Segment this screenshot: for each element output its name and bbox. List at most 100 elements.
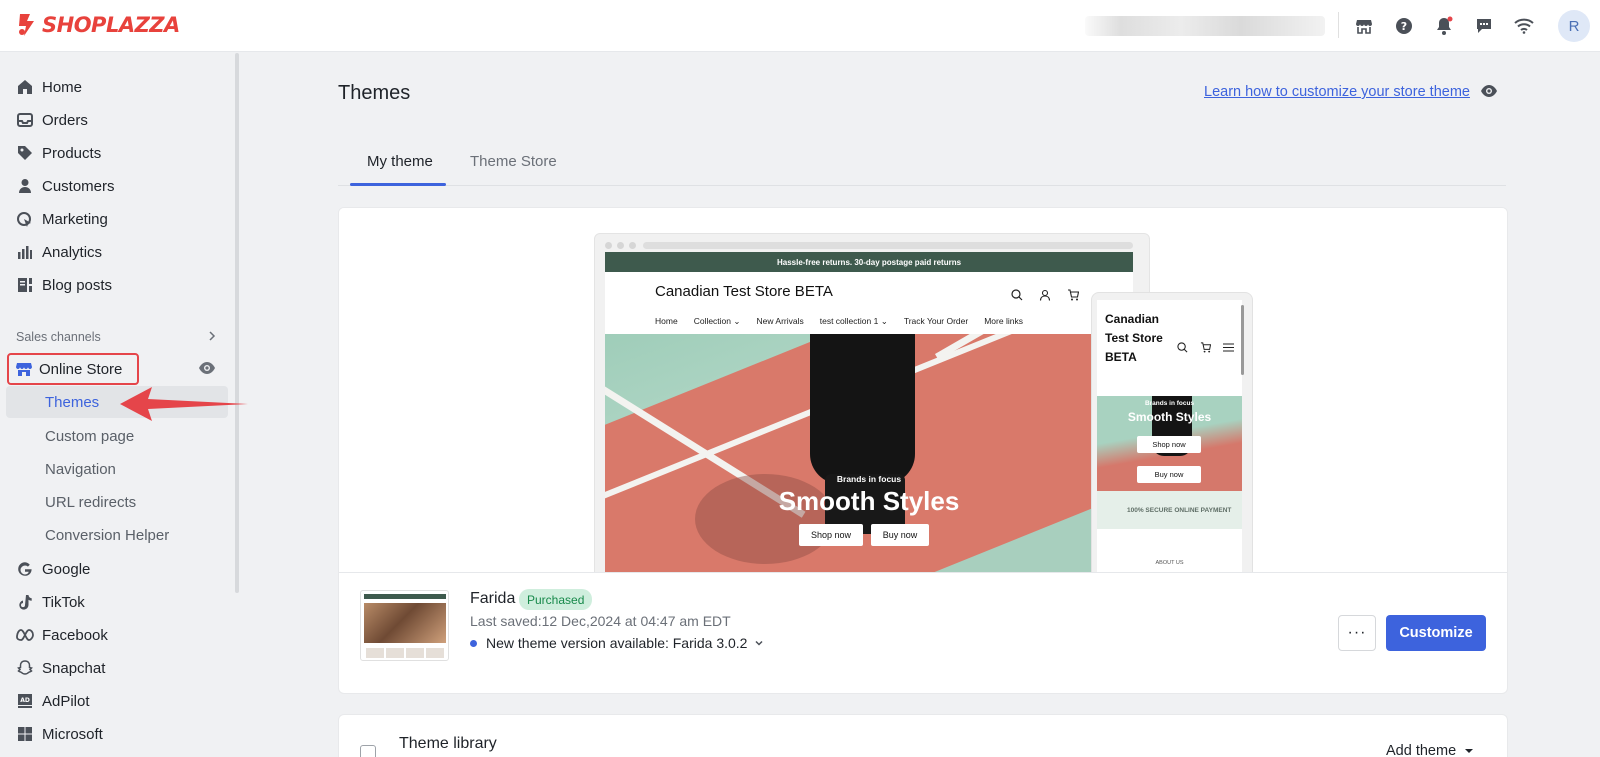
select-all-checkbox[interactable] (360, 745, 376, 757)
thumbnail-tile (426, 648, 444, 658)
sidebar-item-label: Marketing (42, 210, 108, 228)
sidebar-item-label: Products (42, 144, 102, 162)
sidebar-item-blog-posts[interactable]: Blog posts (0, 269, 232, 301)
theme-library-card: Theme library Add theme (338, 714, 1508, 757)
thumbnail-header (364, 594, 446, 599)
avatar[interactable]: R (1558, 10, 1590, 42)
preview-hero-image: Brands in focus Smooth Styles Shop now B… (605, 334, 1133, 572)
sidebar-scrollbar[interactable] (235, 53, 239, 593)
store-icon[interactable] (1352, 14, 1376, 38)
new-version-text: New theme version available: Farida 3.0.… (486, 635, 748, 651)
preview-nav-item: Home (655, 316, 678, 326)
status-dot (470, 639, 477, 647)
tab-theme-store[interactable]: Theme Store (470, 136, 557, 186)
sidebar-item-orders[interactable]: Orders (0, 104, 232, 136)
sidebar-item-label: Blog posts (42, 276, 113, 294)
purchased-badge: Purchased (519, 589, 593, 610)
new-version-dropdown[interactable]: New theme version available: Farida 3.0.… (470, 635, 765, 651)
mobile-hero-title: Smooth Styles (1127, 410, 1212, 424)
window-dot (617, 242, 624, 249)
chat-icon[interactable] (1472, 14, 1496, 38)
mobile-hero-subtitle: Brands in focus (1144, 400, 1195, 407)
google-icon (16, 560, 34, 578)
chevron-down-icon (755, 640, 763, 646)
wifi-icon[interactable] (1512, 14, 1536, 38)
mobile-preview: Canadian Test Store BETA Brands in focus… (1091, 292, 1253, 572)
sidebar-sub-item-url-redirects[interactable]: URL redirects (6, 486, 228, 518)
mobile-store-name: Canadian Test Store BETA (1105, 312, 1163, 364)
thumbnail-tile (406, 648, 424, 658)
top-bar: SHOPLAZZA ? R (0, 0, 1600, 52)
sidebar-item-home[interactable]: Home (0, 71, 232, 103)
bar-chart-icon (16, 243, 34, 261)
about-us-label: ABOUT US (1155, 560, 1184, 566)
shoplazza-logo[interactable]: SHOPLAZZA (16, 12, 180, 38)
mobile-hero-image: Brands in focus Smooth Styles Shop now B… (1097, 396, 1242, 491)
sidebar-sub-item-custom-page[interactable]: Custom page (6, 420, 228, 452)
sidebar-item-label: AdPilot (42, 692, 90, 710)
more-actions-button[interactable]: ··· (1338, 615, 1376, 651)
sidebar-item-products[interactable]: Products (0, 137, 232, 169)
caret-down-icon (1465, 749, 1474, 753)
mobile-scrollbar (1241, 305, 1244, 375)
page-title: Themes (338, 82, 411, 104)
window-dot (629, 242, 636, 249)
bell-icon[interactable] (1432, 14, 1456, 38)
svg-text:AD: AD (20, 697, 30, 704)
preview-nav-item: New Arrivals (756, 316, 804, 326)
svg-text:?: ? (1401, 20, 1407, 33)
online-store-icon (16, 363, 32, 376)
theme-library-title: Theme library (399, 735, 497, 752)
sidebar-item-microsoft[interactable]: Microsoft (0, 718, 232, 750)
add-theme-button[interactable]: Add theme (1386, 743, 1474, 757)
brand-name: SHOPLAZZA (42, 13, 180, 37)
add-theme-label: Add theme (1386, 743, 1457, 757)
model-legs (810, 334, 915, 484)
sidebar-item-customers[interactable]: Customers (0, 170, 232, 202)
shoplazza-logo-icon (19, 14, 34, 36)
sidebar-item-google[interactable]: Google (0, 553, 232, 585)
eye-icon[interactable] (1480, 84, 1498, 98)
sidebar-item-analytics[interactable]: Analytics (0, 236, 232, 268)
theme-tabs: My theme Theme Store (338, 136, 1506, 186)
thumbnail-hero (364, 603, 446, 643)
window-dot (605, 242, 612, 249)
sidebar-item-tiktok[interactable]: TikTok (0, 586, 232, 618)
divider (1338, 12, 1339, 38)
blog-icon (16, 276, 34, 294)
preview-nav-item: More links (984, 316, 1023, 326)
sidebar-item-label: Snapchat (42, 659, 106, 677)
address-bar (643, 242, 1133, 249)
account-icon (1039, 289, 1051, 301)
mobile-screen: Canadian Test Store BETA Brands in focus… (1097, 300, 1242, 572)
mobile-buy-now-button: Buy now (1137, 466, 1201, 483)
hero-shop-now-button: Shop now (799, 524, 863, 546)
desktop-preview: Hassle-free returns. 30-day postage paid… (594, 233, 1150, 572)
sidebar-item-marketing[interactable]: Marketing (0, 203, 232, 235)
secure-payment-strip: 100% SECURE ONLINE PAYMENT (1097, 491, 1242, 529)
sidebar-item-online-store[interactable]: Online Store (7, 353, 139, 385)
adpilot-icon: AD (16, 692, 34, 710)
sidebar-item-adpilot[interactable]: AD AdPilot (0, 685, 232, 717)
preview-nav-item: test collection 1 ⌄ (819, 316, 888, 326)
sidebar-item-label: Google (42, 560, 91, 578)
blurred-store-name (1085, 16, 1325, 36)
sidebar-sub-item-conversion-helper[interactable]: Conversion Helper (6, 519, 228, 551)
sidebar-item-snapchat[interactable]: Snapchat (0, 652, 232, 684)
person-icon (16, 177, 34, 195)
chevron-right-icon[interactable] (205, 329, 219, 343)
help-icon[interactable]: ? (1392, 14, 1416, 38)
theme-thumbnail[interactable] (360, 590, 449, 661)
sidebar-item-label: Facebook (42, 626, 108, 644)
learn-customize-link[interactable]: Learn how to customize your store theme (1204, 84, 1470, 100)
eye-icon[interactable] (198, 361, 216, 375)
theme-preview[interactable]: Hassle-free returns. 30-day postage paid… (339, 208, 1507, 573)
sidebar-item-facebook[interactable]: Facebook (0, 619, 232, 651)
tab-my-theme[interactable]: My theme (367, 136, 433, 186)
customize-button[interactable]: Customize (1386, 615, 1486, 651)
hero-subtitle: Brands in focus (836, 474, 902, 484)
search-icon (1177, 342, 1188, 353)
sidebar-sub-item-navigation[interactable]: Navigation (6, 453, 228, 485)
search-icon (1011, 289, 1023, 301)
preview-nav-item: Collection ⌄ (693, 316, 741, 326)
